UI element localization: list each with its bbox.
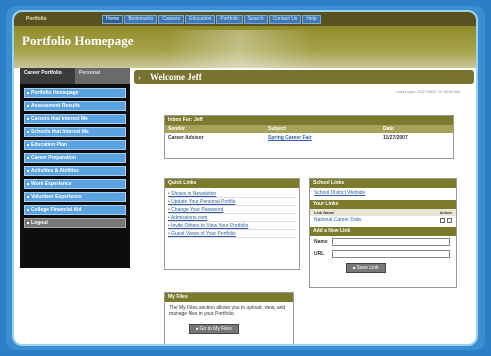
save-link-wrap: Save Link: [310, 260, 456, 273]
welcome-text: Welcome Jeff: [150, 72, 202, 82]
col-link-name: Link Name: [314, 210, 335, 215]
top-nav: Home Bookmarks Careers Education Portfol…: [102, 15, 321, 24]
url-input[interactable]: [332, 250, 450, 258]
add-link-title: Add a New Link: [310, 227, 456, 236]
row-sender: Career Advisor: [168, 135, 204, 141]
inbox-title: Inbox For: Jeff: [165, 116, 453, 125]
link-name[interactable]: National Career Data: [314, 216, 361, 225]
list-item[interactable]: Guest Views of Your Portfolio: [168, 230, 296, 238]
table-row: National Career Data: [310, 216, 456, 225]
my-files-panel: My Files The My Files section allows you…: [164, 292, 294, 344]
delete-icon[interactable]: [447, 218, 452, 223]
col-date: Date: [383, 126, 394, 132]
edit-icon[interactable]: [440, 218, 445, 223]
chevron-right-icon: ›: [138, 73, 141, 82]
list-item[interactable]: Change Your Password: [168, 206, 296, 214]
col-subject: Subject: [268, 126, 287, 132]
tab-career-portfolio[interactable]: Career Portfolio: [20, 68, 75, 84]
school-links-title: School Links: [310, 179, 456, 188]
save-link-button[interactable]: Save Link: [346, 263, 386, 273]
school-district-link[interactable]: School District Website: [310, 188, 456, 198]
nav-bookmarks[interactable]: Bookmarks: [124, 15, 158, 24]
welcome-banner: › Welcome Jeff: [134, 70, 474, 84]
nav-careers[interactable]: Careers: [158, 15, 185, 24]
list-item[interactable]: Admissions.com: [168, 214, 296, 222]
name-input[interactable]: [332, 238, 450, 246]
sidebar: Career Portfolio Personal Portfolio Home…: [20, 68, 130, 268]
page-title: Portfolio Homepage: [22, 33, 134, 48]
sidebar-item-volunteer-experience[interactable]: Volunteer Experience: [24, 192, 126, 202]
nav-portfolio[interactable]: Portfolio: [216, 15, 243, 24]
school-links-panel: School Links School District Website You…: [309, 178, 457, 288]
name-label: Name: [314, 239, 328, 245]
sidebar-item-financial-aid[interactable]: College Financial Aid: [24, 205, 126, 215]
sidebar-item-assessment-results[interactable]: Assessment Results: [24, 101, 126, 111]
row-actions: [440, 216, 452, 225]
my-files-title: My Files: [165, 293, 293, 302]
tab-personal[interactable]: Personal: [75, 68, 130, 84]
sidebar-menu: Portfolio Homepage Assessment Results Ca…: [24, 88, 126, 231]
list-item[interactable]: Shows in Newsletter: [168, 190, 296, 198]
list-item[interactable]: Invite Others to View Your Portfolio: [168, 222, 296, 230]
brand-label: Portfolio: [26, 16, 47, 22]
row-date: 11/27/2007: [383, 135, 408, 141]
url-label: URL: [314, 251, 325, 257]
my-files-button-wrap: Go to My Files: [165, 320, 293, 334]
sidebar-item-activities[interactable]: Activities & Abilities: [24, 166, 126, 176]
nav-education[interactable]: Education: [185, 15, 216, 24]
nav-search[interactable]: Search: [243, 15, 268, 24]
browser-window: Portfolio Home Bookmarks Careers Educati…: [12, 10, 478, 346]
table-row: Career Advisor Spring Career Fair 11/27/…: [165, 133, 453, 143]
header-photo: [164, 30, 314, 68]
nav-home[interactable]: Home: [102, 15, 124, 24]
quick-links-panel: Quick Links Shows in Newsletter Update Y…: [164, 178, 300, 270]
url-field-row: URL: [310, 248, 456, 260]
name-field-row: Name: [310, 236, 456, 248]
sidebar-item-logout[interactable]: Logout: [24, 218, 126, 228]
row-subject-link[interactable]: Spring Career Fair: [268, 133, 383, 143]
nav-contact-us[interactable]: Contact Us: [268, 15, 302, 24]
list-item[interactable]: Update Your Personal Profile: [168, 198, 296, 206]
top-bar: Portfolio Home Bookmarks Careers Educati…: [14, 12, 476, 26]
your-links-header: Link Name Action: [310, 209, 456, 216]
sidebar-item-careers[interactable]: Careers that Interest Me: [24, 114, 126, 124]
nav-help[interactable]: Help: [302, 15, 321, 24]
sidebar-item-career-preparation[interactable]: Career Preparation: [24, 153, 126, 163]
my-files-description: The My Files section allows you to uploa…: [169, 305, 286, 317]
col-sender: Sender: [168, 126, 185, 132]
sidebar-item-schools[interactable]: Schools that Interest Me: [24, 127, 126, 137]
quick-links-list: Shows in Newsletter Update Your Personal…: [165, 188, 299, 240]
inbox-panel: Inbox For: Jeff Sender Subject Date Care…: [164, 115, 454, 159]
page-header: Portfolio Homepage: [14, 26, 476, 68]
quick-links-title: Quick Links: [165, 179, 299, 188]
inbox-header: Sender Subject Date: [165, 125, 453, 133]
your-links-title: Your Links: [310, 200, 456, 209]
sidebar-tabs: Career Portfolio Personal: [20, 68, 130, 84]
sidebar-item-work-experience[interactable]: Work Experience: [24, 179, 126, 189]
sidebar-item-portfolio-homepage[interactable]: Portfolio Homepage: [24, 88, 126, 98]
last-login: Last Login: 11/27/2007 11:18:04 AM: [396, 89, 460, 94]
go-to-my-files-button[interactable]: Go to My Files: [189, 324, 239, 334]
main-content: › Welcome Jeff Last Login: 11/27/2007 11…: [134, 70, 474, 344]
sidebar-item-education-plan[interactable]: Education Plan: [24, 140, 126, 150]
col-action: Action: [439, 210, 452, 215]
